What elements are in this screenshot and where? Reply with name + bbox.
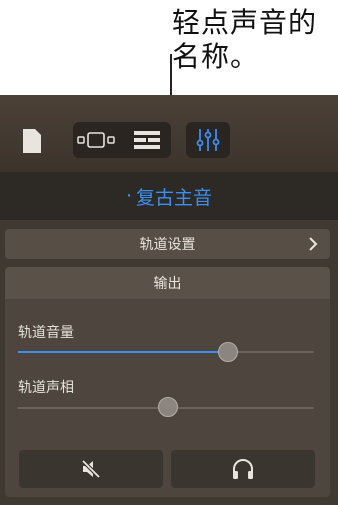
- sound-name: 复古主音: [136, 186, 213, 209]
- track-view-button[interactable]: [73, 122, 121, 158]
- sound-name-button[interactable]: · 复古主音: [0, 172, 338, 220]
- document-button[interactable]: [20, 127, 44, 155]
- callout-text: 轻点声音的 名称。: [172, 6, 332, 74]
- output-header: 输出: [5, 267, 330, 299]
- callout-line-1: 轻点声音的: [172, 6, 318, 39]
- mute-speaker-icon: [81, 459, 101, 479]
- track-pan-slider-knob[interactable]: [158, 397, 178, 417]
- chevron-right-icon: [309, 237, 318, 251]
- track-pan-label: 轨道声相: [18, 380, 74, 396]
- callout-line-2: 名称。: [172, 40, 260, 73]
- track-settings-label: 轨道设置: [139, 237, 196, 253]
- bullet: ·: [125, 185, 133, 207]
- mixer-controls-button[interactable]: [186, 122, 230, 158]
- track-volume-slider-knob[interactable]: [218, 342, 238, 362]
- document-icon: [23, 129, 41, 153]
- list-view-button[interactable]: [122, 122, 171, 158]
- track-volume-label: 轨道音量: [18, 325, 74, 341]
- solo-button[interactable]: [171, 450, 315, 488]
- output-header-label: 输出: [153, 276, 182, 292]
- track-settings-row[interactable]: 轨道设置: [5, 229, 330, 259]
- track-volume-slider-fill: [18, 351, 228, 353]
- mute-button[interactable]: [19, 450, 163, 488]
- mixer-controls-icon: [196, 129, 220, 151]
- headphones-icon: [233, 459, 253, 479]
- list-view-icon: [133, 131, 160, 149]
- track-view-icon: [77, 132, 115, 148]
